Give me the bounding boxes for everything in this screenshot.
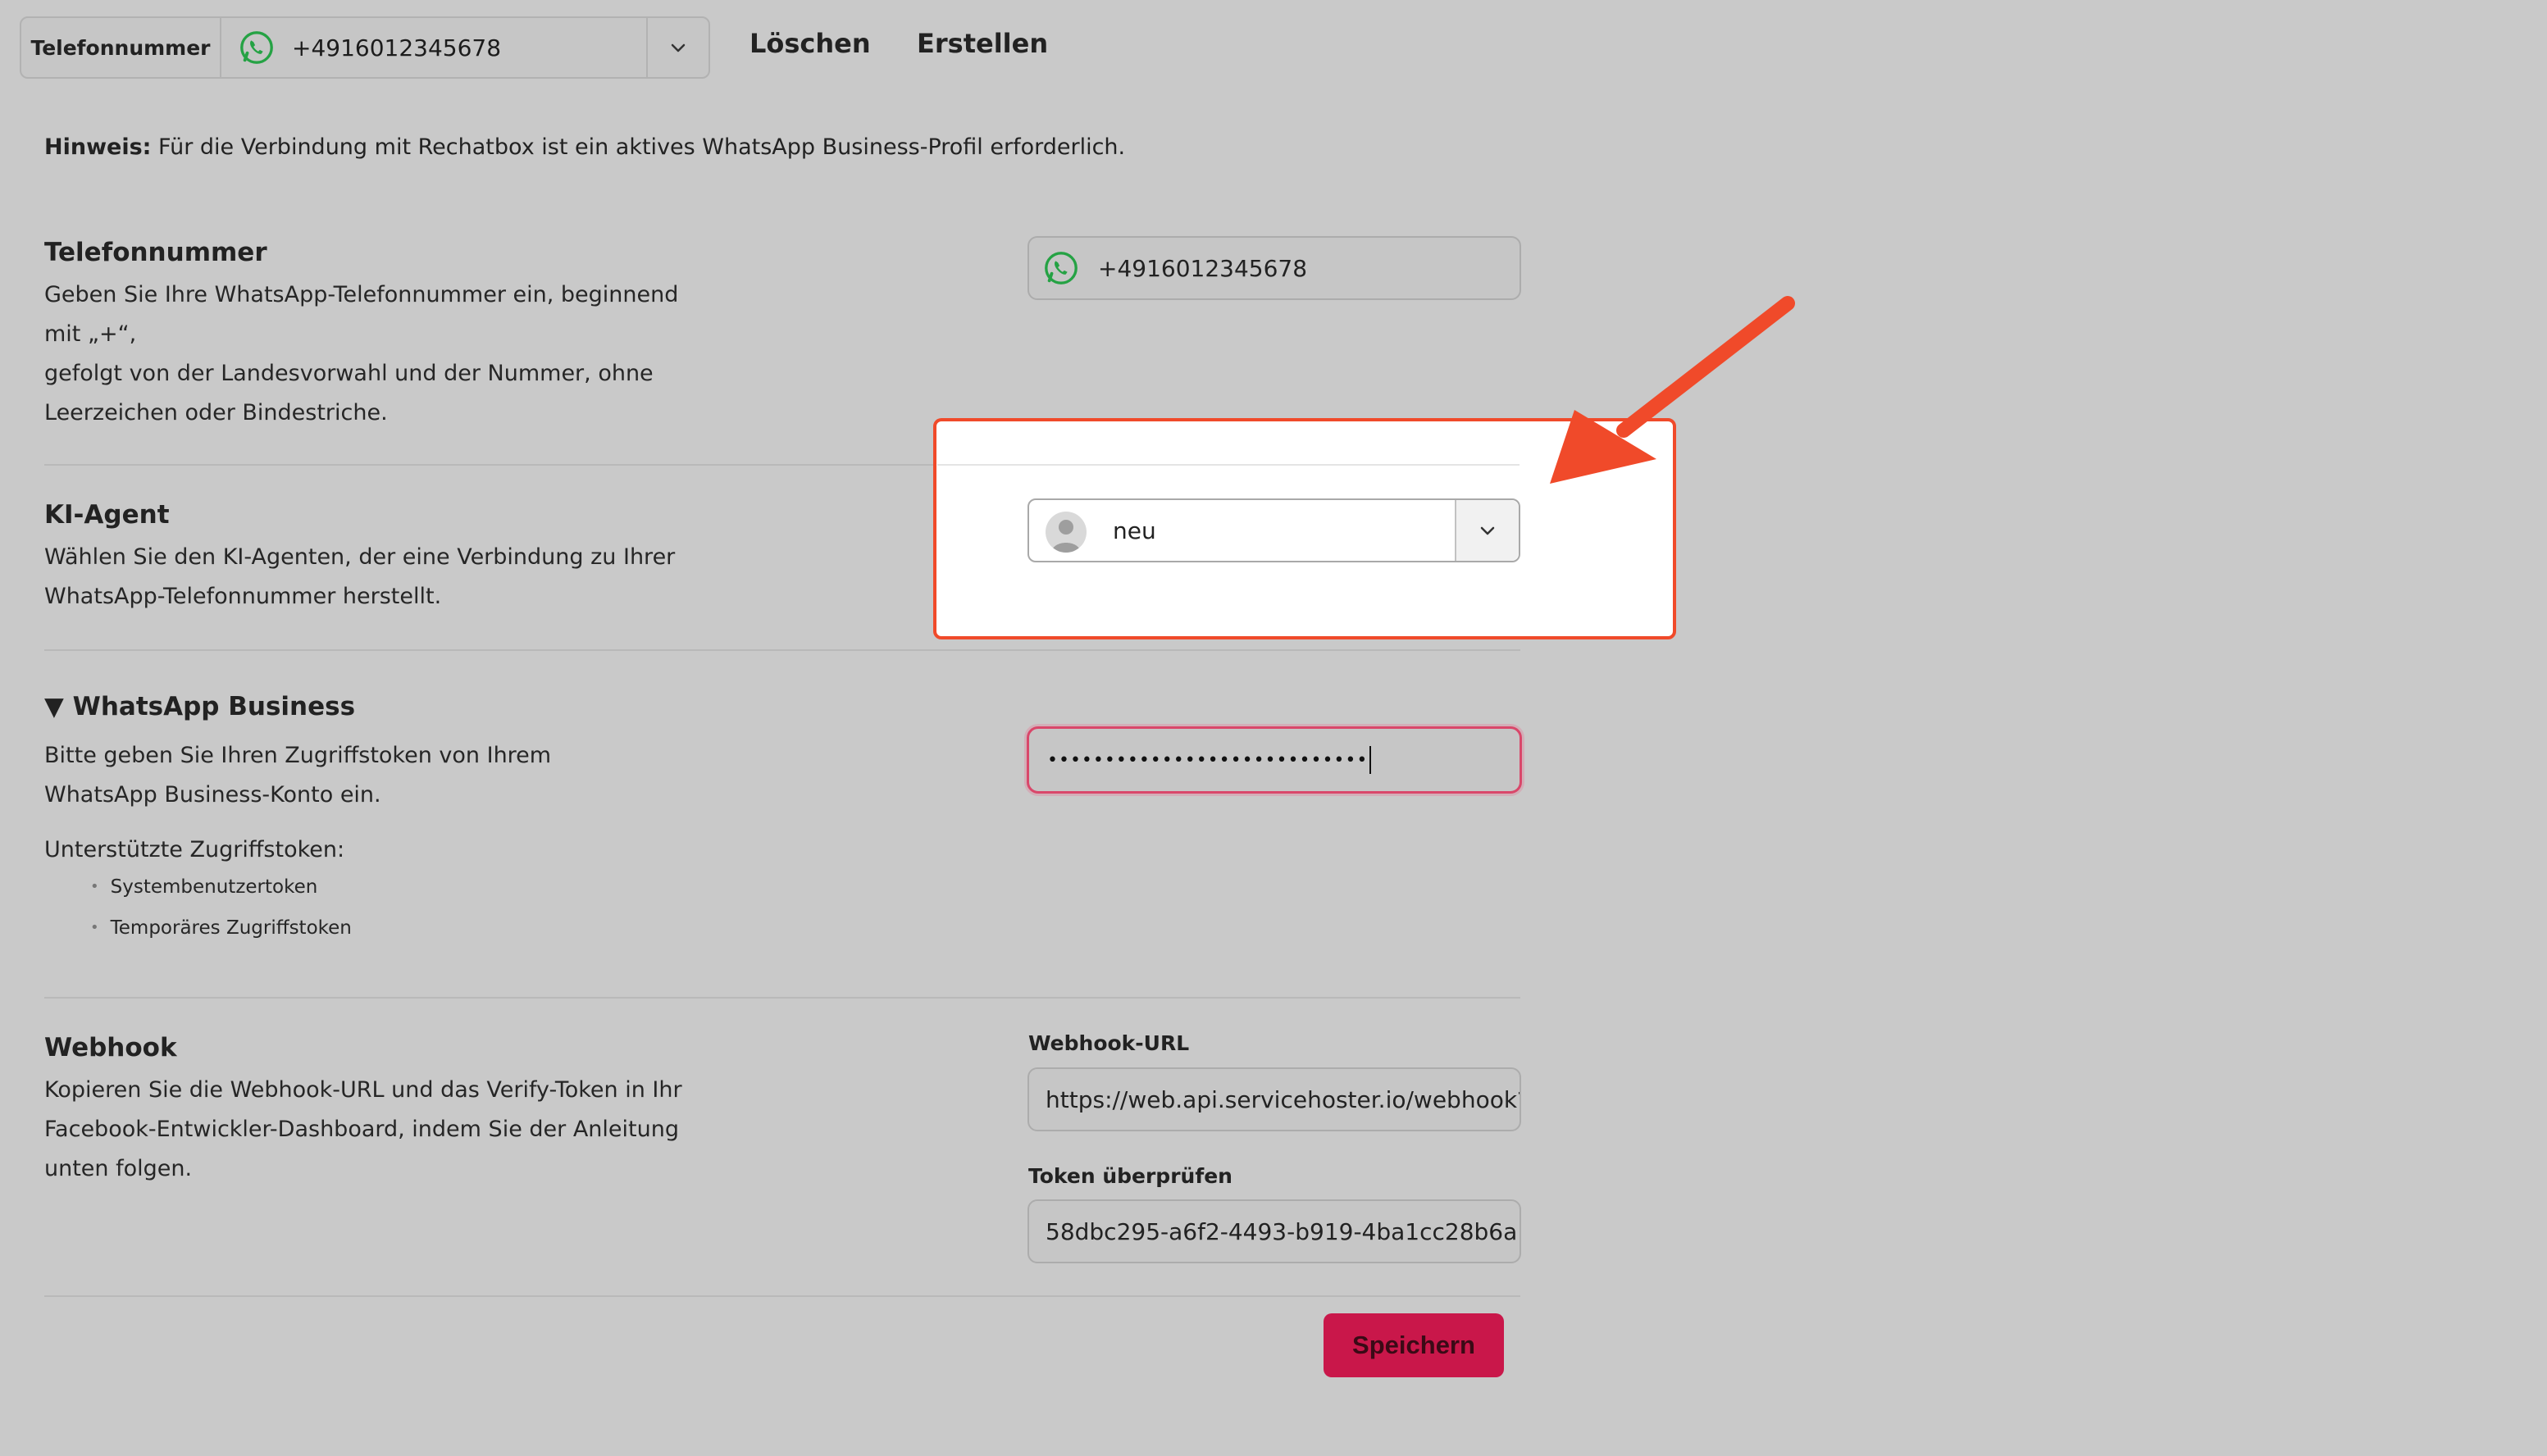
hint-prefix: Hinweis:	[44, 134, 152, 160]
access-token-input[interactable]: ••••••••••••••••••••••••••••	[1027, 726, 1522, 794]
business-section-description: Bitte geben Sie Ihren Zugriffstoken von …	[44, 736, 684, 815]
phone-selector-label: Telefonnummer	[21, 18, 221, 77]
verify-token-value: 58dbc295-a6f2-4493-b919-4ba1cc28b6a	[1046, 1217, 1518, 1245]
webhook-url-value: https://web.api.servicehoster.io/webhook…	[1046, 1085, 1521, 1113]
phone-desc-line: mit „+“,	[44, 321, 137, 347]
agent-selected-name: neu	[1113, 516, 1156, 544]
collapse-triangle-icon: ▼	[44, 692, 64, 721]
chevron-down-icon[interactable]	[1455, 500, 1519, 561]
phone-section-title: Telefonnummer	[44, 238, 267, 267]
list-item: Temporäres Zugriffstoken	[90, 908, 352, 949]
business-section-toggle[interactable]: ▼ WhatsApp Business	[44, 692, 355, 721]
agent-desc-line: WhatsApp-Telefonnummer herstellt.	[44, 584, 442, 609]
agent-select[interactable]: neu	[1027, 498, 1520, 562]
hint-text: Hinweis: Für die Verbindung mit Rechatbo…	[44, 134, 1125, 160]
delete-button[interactable]: Löschen	[750, 28, 871, 59]
avatar-icon	[1046, 512, 1087, 553]
arrow-annotation	[1550, 296, 1795, 484]
section-divider	[44, 1295, 1520, 1297]
webhook-desc-line: unten folgen.	[44, 1156, 193, 1181]
whatsapp-icon	[240, 31, 273, 64]
supported-tokens-list: Systembenutzertoken Temporäres Zugriffst…	[90, 867, 352, 949]
text-caret	[1369, 746, 1372, 774]
section-divider	[937, 464, 1520, 466]
phone-desc-line: Leerzeichen oder Bindestriche.	[44, 400, 388, 425]
phone-section-description: Geben Sie Ihre WhatsApp-Telefonnummer ei…	[44, 275, 684, 433]
agent-section-description: Wählen Sie den KI-Agenten, der eine Verb…	[44, 538, 684, 617]
list-item: Systembenutzertoken	[90, 867, 352, 908]
agent-desc-line: Wählen Sie den KI-Agenten, der eine Verb…	[44, 544, 676, 570]
supported-tokens-label: Unterstützte Zugriffstoken:	[44, 837, 345, 862]
phone-selector-number: +4916012345678	[292, 34, 502, 61]
webhook-url-field[interactable]: https://web.api.servicehoster.io/webhook…	[1027, 1067, 1521, 1131]
access-token-masked: ••••••••••••••••••••••••••••	[1047, 749, 1369, 771]
verify-token-label: Token überprüfen	[1028, 1164, 1232, 1188]
phone-number-selector[interactable]: Telefonnummer +4916012345678	[20, 16, 710, 79]
webhook-url-label: Webhook-URL	[1028, 1031, 1190, 1055]
phone-desc-line: Geben Sie Ihre WhatsApp-Telefonnummer ei…	[44, 282, 679, 307]
create-button[interactable]: Erstellen	[917, 28, 1048, 59]
business-desc-line: WhatsApp Business-Konto ein.	[44, 782, 381, 808]
webhook-section-title: Webhook	[44, 1033, 177, 1062]
phone-number-field[interactable]: +4916012345678	[1027, 236, 1521, 300]
phone-number-value: +4916012345678	[1098, 254, 1308, 282]
webhook-desc-line: Kopieren Sie die Webhook-URL und das Ver…	[44, 1077, 682, 1103]
webhook-section-description: Kopieren Sie die Webhook-URL und das Ver…	[44, 1071, 684, 1189]
whatsapp-icon	[1045, 252, 1078, 284]
phone-selector-value[interactable]: +4916012345678	[221, 18, 648, 77]
section-divider	[44, 997, 1520, 999]
business-desc-line: Bitte geben Sie Ihren Zugriffstoken von …	[44, 743, 552, 768]
phone-desc-line: gefolgt von der Landesvorwahl und der Nu…	[44, 361, 654, 386]
chevron-down-icon[interactable]	[646, 18, 709, 77]
business-section-title: WhatsApp Business	[72, 692, 356, 721]
webhook-desc-line: Facebook-Entwickler-Dashboard, indem Sie…	[44, 1117, 679, 1142]
save-button[interactable]: Speichern	[1324, 1313, 1504, 1377]
verify-token-field[interactable]: 58dbc295-a6f2-4493-b919-4ba1cc28b6a	[1027, 1199, 1521, 1263]
section-divider	[44, 649, 1520, 651]
agent-section-title: KI-Agent	[44, 500, 170, 530]
hint-body: Für die Verbindung mit Rechatbox ist ein…	[151, 134, 1126, 160]
